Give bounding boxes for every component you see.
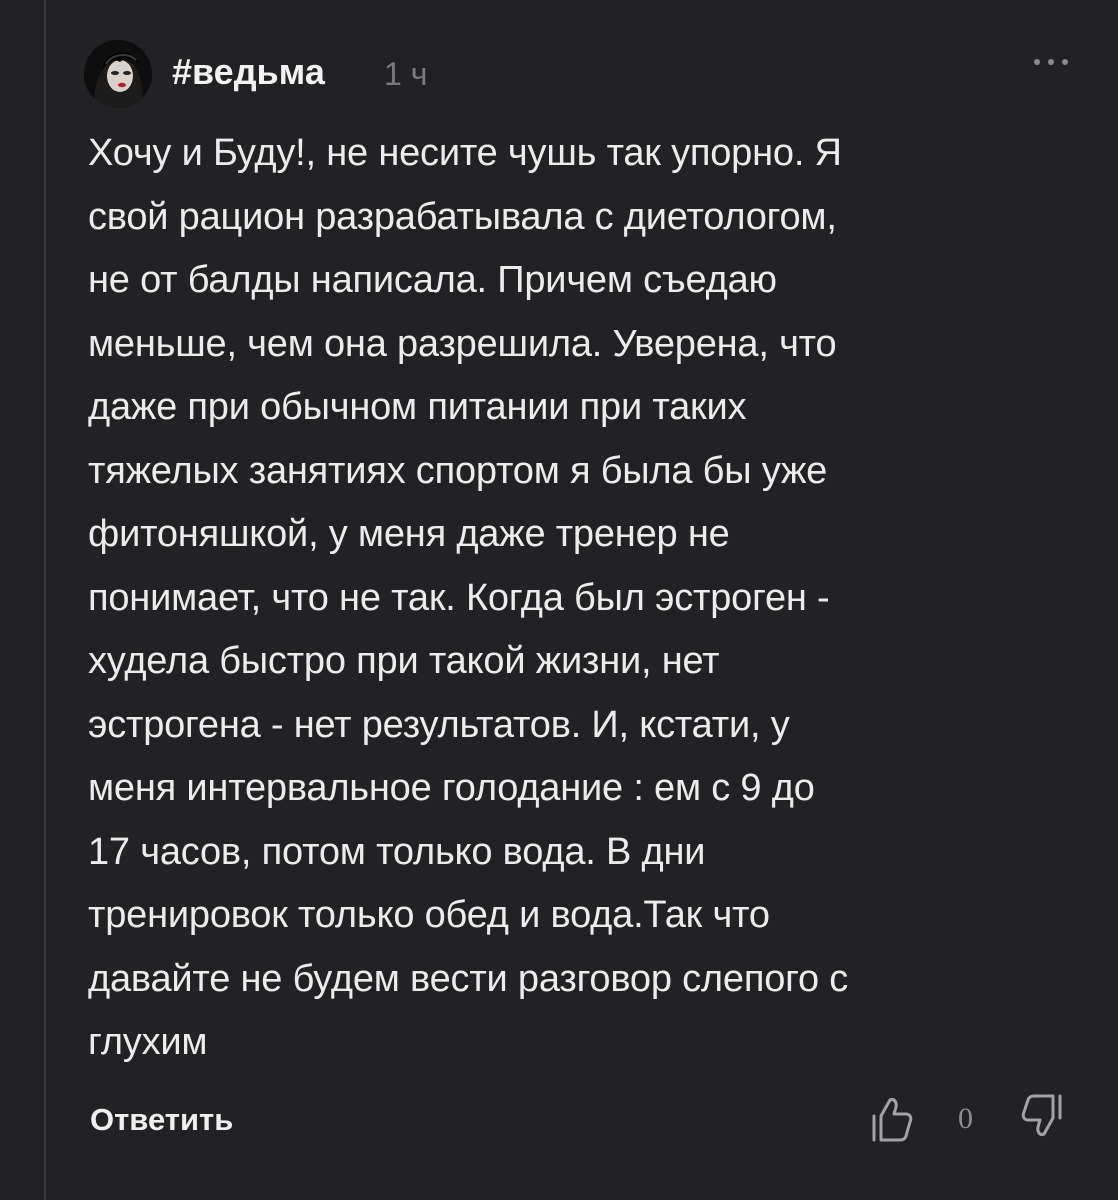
comment-line: фитоняшкой, у меня даже тренер не	[88, 513, 730, 555]
comment-line: эстрогена - нет результатов. И, кстати, …	[88, 703, 790, 746]
comment-line: меньше, чем она разрешила. Уверена, что	[88, 322, 837, 365]
comment-line: даже при обычном питании при таких	[88, 386, 747, 428]
comment-line: тренировок только обед и вода.Так что	[88, 894, 770, 936]
more-options-button[interactable]	[1028, 52, 1074, 72]
thumbs-down-icon	[1021, 1094, 1062, 1136]
thread-line	[44, 0, 46, 1200]
comment-line: давайте не будем вести разговор слепого …	[88, 957, 849, 1000]
comment-line: не от балды написала. Причем съедаю	[88, 259, 777, 301]
comment-line: 17 часов, потом только вода. В дни	[88, 830, 706, 873]
comment-line: свой рацион разрабатывала с диетологом,	[88, 195, 837, 238]
avatar[interactable]	[84, 40, 152, 108]
comment: #ведьма 1 ч Хочу и Буду!, не несите чушь…	[84, 38, 1084, 1142]
reply-button[interactable]: Ответить	[90, 1102, 233, 1138]
comment-header: #ведьма 1 ч	[84, 38, 1084, 108]
comment-line: меня интервальное голодание : ем с 9 до	[88, 767, 815, 809]
avatar-image	[84, 40, 152, 108]
dislike-button[interactable]	[1020, 1092, 1070, 1142]
vote-count: 0	[958, 1102, 973, 1135]
comment-timestamp: 1 ч	[384, 56, 428, 92]
comment-line: худела быстро при такой жизни, нет	[88, 640, 720, 682]
more-dots-icon	[1034, 59, 1068, 65]
like-button[interactable]	[870, 1094, 914, 1144]
comment-line: понимает, что не так. Когда был эстроген…	[88, 576, 830, 619]
comment-line: Хочу и Буду!, не несите чушь так упорно.…	[88, 132, 842, 174]
comment-text: Хочу и Буду!, не несите чушь так упорно.…	[88, 122, 1068, 1075]
author-name[interactable]: #ведьма	[172, 52, 325, 92]
comment-line: глухим	[88, 1021, 208, 1063]
thumbs-up-icon	[872, 1098, 913, 1142]
comment-actions: Ответить 0	[84, 1092, 1084, 1152]
comment-line: тяжелых занятиях спортом я была бы уже	[88, 449, 828, 492]
